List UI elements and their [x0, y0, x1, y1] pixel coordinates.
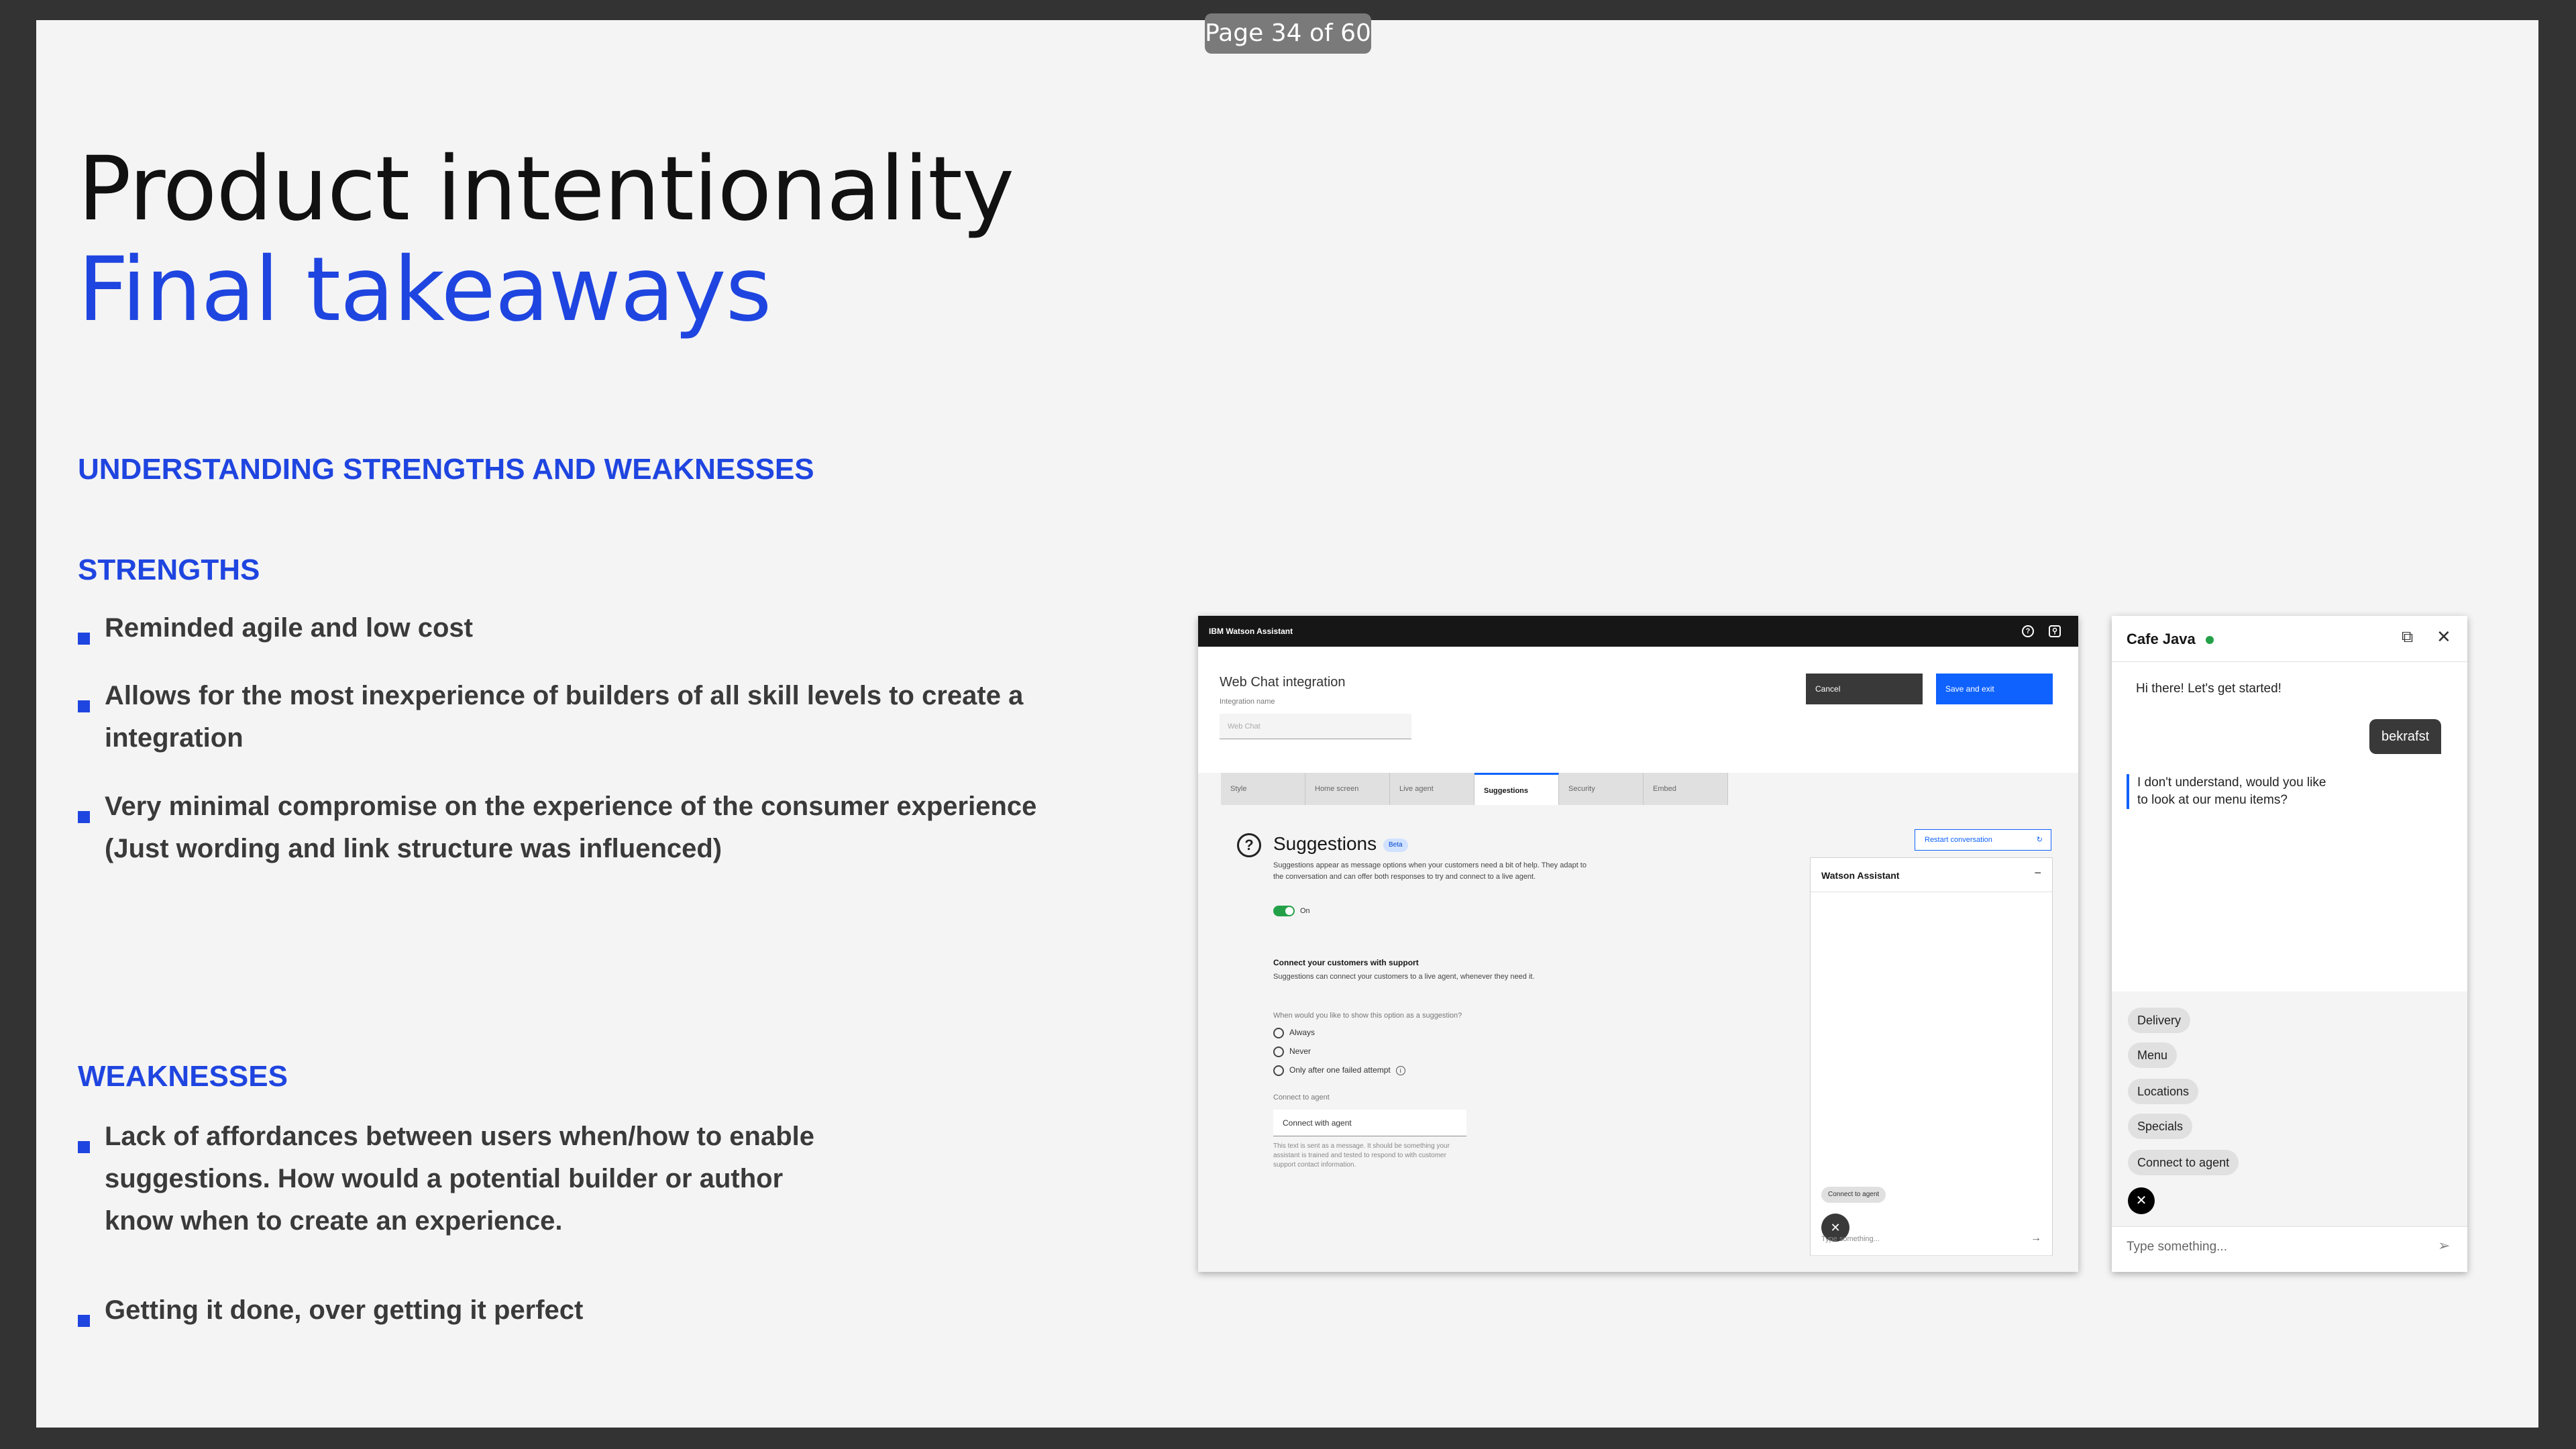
- send-icon[interactable]: ➢: [2438, 1237, 2450, 1254]
- preview-input[interactable]: Type something...: [1821, 1235, 1880, 1243]
- watson-chat-preview: Watson Assistant − Connect to agent ✕ Ty…: [1810, 857, 2053, 1256]
- toggle-label: On: [1300, 907, 1310, 915]
- strength-item: Very minimal compromise on the experienc…: [78, 786, 1057, 870]
- watson-header: Web Chat integration Integration name We…: [1198, 647, 2078, 773]
- restart-icon: ↻: [2036, 836, 2043, 844]
- slide: Product intentionality Final takeaways U…: [36, 20, 2538, 1428]
- strength-item: Reminded agile and low cost: [78, 607, 1057, 649]
- restart-conversation-button[interactable]: Restart conversation ↻: [1915, 829, 2051, 851]
- title-line-2: Final takeaways: [78, 238, 771, 341]
- integration-tabs: Style Home screen Live agent Suggestions…: [1221, 773, 1728, 805]
- cancel-button[interactable]: Cancel: [1806, 674, 1923, 704]
- watson-assistant-screenshot: IBM Watson Assistant ? ⚲ Web Chat integr…: [1198, 616, 2078, 1272]
- tab-embed[interactable]: Embed: [1644, 773, 1728, 805]
- message-input[interactable]: Type something...: [2127, 1240, 2227, 1254]
- connect-message-input[interactable]: Connect with agent: [1273, 1110, 1466, 1136]
- online-status-dot: [2206, 636, 2214, 644]
- suggestion-chip[interactable]: Delivery: [2128, 1008, 2191, 1033]
- strengths-heading: STRENGTHS: [78, 553, 260, 586]
- tab-live-agent[interactable]: Live agent: [1390, 773, 1474, 805]
- suggestion-chip[interactable]: Specials: [2128, 1114, 2193, 1139]
- tab-suggestions[interactable]: Suggestions: [1474, 773, 1559, 805]
- page-indicator: Page 34 of 60: [1205, 13, 1371, 54]
- minimize-icon[interactable]: −: [2034, 866, 2041, 880]
- save-and-exit-button[interactable]: Save and exit: [1936, 674, 2053, 704]
- connect-heading: Connect your customers with support: [1273, 958, 1419, 967]
- tab-style[interactable]: Style: [1221, 773, 1305, 805]
- suggestion-chip[interactable]: Menu: [2128, 1042, 2178, 1068]
- integration-name-label: Integration name: [1220, 698, 1275, 706]
- user-icon[interactable]: ⚲: [2049, 625, 2061, 637]
- chat-title: Cafe Java: [2127, 631, 2196, 647]
- suggestions-description: Suggestions appear as message options wh…: [1273, 861, 1587, 881]
- title-line-1: Product intentionality: [78, 138, 1014, 241]
- watson-brand: IBM Watson Assistant: [1209, 627, 1293, 636]
- question-icon: ?: [1237, 833, 1261, 857]
- help-icon[interactable]: ?: [2022, 625, 2034, 637]
- radio-after-failed-attempt[interactable]: Only after one failed attempt i: [1273, 1065, 1405, 1076]
- preview-connect-chip[interactable]: Connect to agent: [1821, 1187, 1886, 1203]
- tab-security[interactable]: Security: [1559, 773, 1644, 805]
- integration-title: Web Chat integration: [1220, 675, 1346, 690]
- beta-badge: Beta: [1383, 839, 1408, 852]
- cafe-java-chat-widget: Cafe Java ⧉ ✕ Hi there! Let's get starte…: [2112, 616, 2467, 1272]
- watson-top-bar: IBM Watson Assistant ? ⚲: [1198, 616, 2078, 647]
- radio-always[interactable]: Always: [1273, 1028, 1315, 1038]
- weaknesses-heading: WEAKNESSES: [78, 1060, 288, 1093]
- strength-item: Allows for the most inexperience of buil…: [78, 675, 1057, 759]
- bot-greeting: Hi there! Let's get started!: [2136, 682, 2282, 696]
- connect-to-agent-label: Connect to agent: [1273, 1093, 1330, 1102]
- weakness-item: Getting it done, over getting it perfect: [78, 1289, 856, 1332]
- preview-title: Watson Assistant: [1821, 870, 1900, 881]
- connect-description: Suggestions can connect your customers t…: [1273, 973, 1535, 981]
- integration-name-input[interactable]: Web Chat: [1220, 714, 1411, 739]
- close-suggestions-icon[interactable]: ✕: [2128, 1187, 2155, 1214]
- user-message: bekrafst: [2369, 719, 2442, 754]
- tab-home-screen[interactable]: Home screen: [1305, 773, 1390, 805]
- bot-message: I don't understand, would you like to lo…: [2127, 774, 2328, 809]
- section-heading: UNDERSTANDING STRENGTHS AND WEAKNESSES: [78, 453, 814, 486]
- close-icon[interactable]: ✕: [2436, 627, 2451, 647]
- info-icon: i: [1395, 1066, 1405, 1075]
- weakness-item: Lack of affordances between users when/h…: [78, 1116, 856, 1242]
- radio-never[interactable]: Never: [1273, 1046, 1311, 1057]
- connect-to-agent-chip[interactable]: Connect to agent: [2128, 1150, 2239, 1175]
- suggestion-chip[interactable]: Locations: [2128, 1079, 2199, 1104]
- send-arrow-icon[interactable]: →: [2031, 1232, 2041, 1244]
- suggestions-toggle[interactable]: [1273, 906, 1295, 916]
- connect-help-text: This text is sent as a message. It shoul…: [1273, 1142, 1450, 1169]
- when-label: When would you like to show this option …: [1273, 1012, 1462, 1020]
- chat-history-icon[interactable]: ⧉: [2402, 628, 2413, 647]
- suggestions-title: Suggestions: [1273, 833, 1377, 854]
